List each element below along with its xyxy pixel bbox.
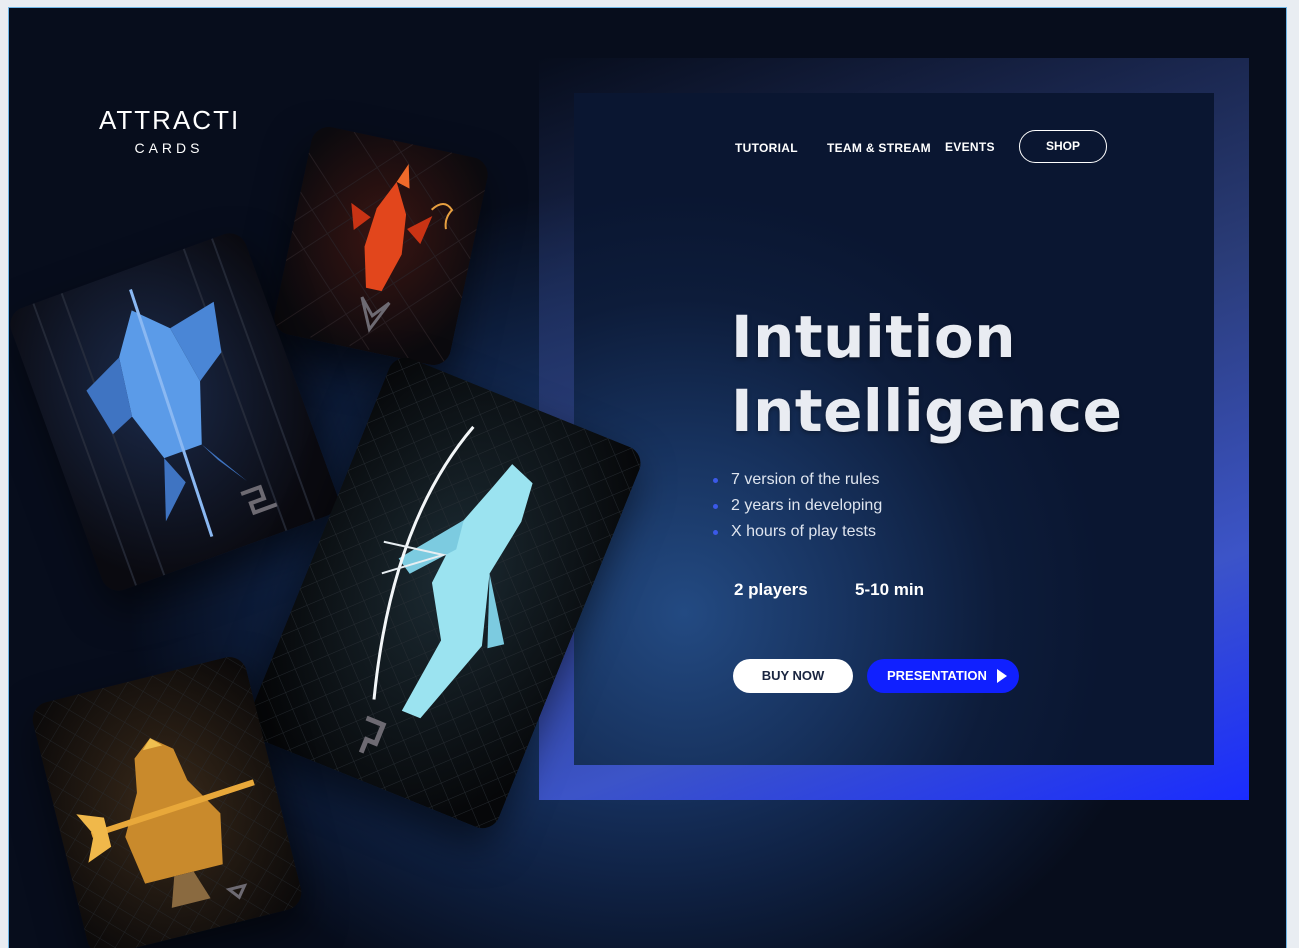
- hero-title-line2: Intelligence: [731, 377, 1123, 445]
- nav-events[interactable]: EVENTS: [945, 140, 995, 154]
- feature-item: X hours of play tests: [713, 519, 882, 545]
- feature-item: 2 years in developing: [713, 493, 882, 519]
- nav-tutorial[interactable]: TUTORIAL: [735, 141, 798, 155]
- brand-logo[interactable]: ATTRACTI CARDS: [99, 106, 239, 158]
- play-icon: [997, 669, 1007, 683]
- brand-subtitle: CARDS: [134, 140, 204, 156]
- game-duration: 5-10 min: [855, 580, 924, 599]
- presentation-button[interactable]: PRESENTATION: [867, 659, 1019, 693]
- hero-title-line1: Intuition: [731, 303, 1017, 371]
- fire-mage-illustration: [270, 123, 492, 369]
- feature-list: 7 version of the rules 2 years in develo…: [713, 467, 882, 545]
- players-count: 2 players: [734, 580, 808, 599]
- nav-team-stream[interactable]: TEAM & STREAM: [827, 141, 931, 155]
- nav-shop-button[interactable]: SHOP: [1019, 130, 1107, 163]
- buy-now-button[interactable]: BUY NOW: [733, 659, 853, 693]
- brand-name: ATTRACTI: [99, 105, 241, 135]
- page-canvas: ATTRACTI CARDS TUTORIAL TEAM & STREAM EV…: [8, 7, 1287, 948]
- fire-mage-card[interactable]: [270, 123, 492, 369]
- hero-title: Intuition Intelligence: [731, 300, 1122, 448]
- feature-item: 7 version of the rules: [713, 467, 882, 493]
- presentation-label: PRESENTATION: [887, 668, 987, 683]
